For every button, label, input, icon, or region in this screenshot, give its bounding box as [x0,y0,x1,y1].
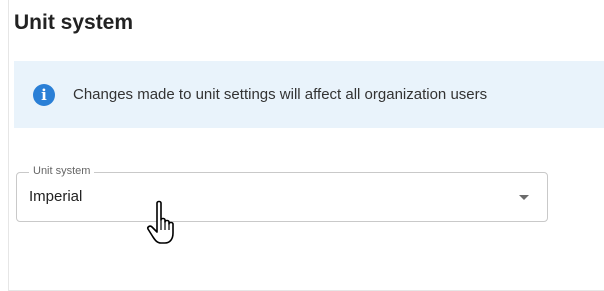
info-banner: i Changes made to unit settings will aff… [14,61,604,128]
hand-cursor-icon [147,200,174,244]
unit-system-select[interactable]: Unit system Imperial [16,165,548,222]
dropdown-arrow-icon[interactable] [519,195,529,200]
unit-system-panel [8,0,604,291]
info-icon: i [33,83,55,106]
unit-system-select-value: Imperial [29,188,83,205]
info-banner-message: Changes made to unit settings will affec… [73,86,488,103]
section-title: Unit system [14,11,134,34]
unit-system-select-label: Unit system [29,165,95,177]
